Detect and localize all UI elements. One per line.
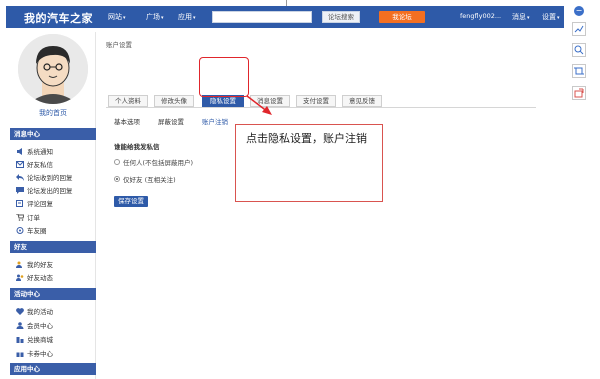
heart-icon: [16, 307, 24, 315]
sidebar-item-car-friends[interactable]: 车友圈: [16, 225, 47, 235]
sidebar-item-comment-replies[interactable]: 评论回复: [16, 198, 53, 208]
edit-document-icon: [16, 199, 24, 207]
friend-feed-icon: [16, 274, 24, 281]
tab-profile[interactable]: 个人资料: [108, 95, 148, 107]
sidebar-item-label: 兑换商城: [27, 336, 53, 344]
nav-square[interactable]: 广场▾: [146, 12, 164, 22]
sidebar-item-label: 系统通知: [27, 148, 53, 156]
messages-menu[interactable]: 消息▾: [512, 12, 530, 22]
sidebar-item-my-friends[interactable]: 我的好友: [16, 259, 53, 269]
user-name[interactable]: fengfly002...: [460, 12, 501, 20]
tabs-divider: [106, 107, 536, 108]
nav-apps[interactable]: 应用▾: [178, 12, 196, 22]
tab-payment[interactable]: 支付设置: [296, 95, 336, 107]
subtab-block[interactable]: 屏蔽设置: [158, 116, 184, 126]
my-home-link[interactable]: 我的首页: [10, 108, 96, 118]
chevron-down-icon: ▾: [161, 15, 164, 21]
option-anyone[interactable]: 任何人(不包括屏蔽用户): [114, 157, 193, 167]
sidebar-item-label: 车友圈: [27, 227, 47, 235]
sidebar-item-label: 好友私信: [27, 161, 53, 169]
radio-button[interactable]: [114, 159, 120, 165]
cart-icon: [16, 213, 25, 221]
sidebar-item-member-center[interactable]: 会员中心: [16, 320, 53, 330]
annotation-callout: 点击隐私设置，账户注销: [235, 124, 383, 202]
chat-bubble-icon: [16, 186, 24, 194]
zoom-icon[interactable]: [572, 43, 586, 57]
wheel-icon: [16, 226, 24, 234]
sidebar-item-label: 好友动态: [27, 274, 53, 282]
section-app-center[interactable]: 应用中心: [10, 363, 96, 375]
save-settings-button[interactable]: 保存设置: [114, 196, 148, 207]
sidebar-item-orders[interactable]: 订单: [16, 212, 40, 222]
tab-avatar[interactable]: 修改头像: [154, 95, 194, 107]
sidebar-item-label: 论坛收到的回复: [27, 174, 73, 182]
sidebar-item-friend-activity[interactable]: 好友动态: [16, 272, 53, 282]
nav-apps-label: 应用: [178, 13, 192, 21]
option-label: 仅好友 (互相关注): [123, 176, 176, 184]
sidebar-item-label: 订单: [27, 214, 40, 222]
sidebar-item-system-notice[interactable]: 系统通知: [16, 146, 53, 156]
main-content: 账户设置 个人资料 修改头像 隐私设置 消息设置 支付设置 意见反馈 基本选项 …: [104, 32, 564, 379]
chevron-down-icon: ▾: [557, 15, 560, 21]
option-friends-only[interactable]: 仅好友 (互相关注): [114, 174, 176, 184]
breadcrumb: 账户设置: [106, 41, 132, 49]
mail-icon: [16, 160, 24, 168]
trend-icon[interactable]: [572, 22, 586, 36]
settings-label: 设置: [542, 13, 556, 21]
annotation-highlight-box: [199, 57, 249, 97]
sidebar-item-label: 我的好友: [27, 261, 53, 269]
option-label: 任何人(不包括屏蔽用户): [123, 159, 194, 167]
building-icon: [16, 336, 24, 343]
chevron-down-icon: ▾: [193, 15, 196, 21]
messages-label: 消息: [512, 13, 526, 21]
gift-icon: [16, 350, 24, 357]
sidebar-item-label: 我的活动: [27, 308, 53, 316]
sidebar-item-coupon-center[interactable]: 卡券中心: [16, 348, 53, 358]
section-title: 谁能给我发私信: [114, 143, 160, 151]
forum-search-button[interactable]: 论坛搜索: [322, 11, 360, 23]
nav-website-label: 网站: [108, 13, 122, 21]
crop-icon[interactable]: [572, 64, 586, 78]
sidebar-item-received-replies[interactable]: 论坛收到的回复: [16, 172, 73, 182]
radio-button-checked[interactable]: [114, 176, 120, 182]
my-forum-button[interactable]: 我论坛: [379, 11, 425, 23]
tab-message-settings[interactable]: 消息设置: [250, 95, 290, 107]
top-navigation-bar: 我的汽车之家 网站▾ 广场▾ 应用▾ 论坛搜索 我论坛 fengfly002..…: [6, 6, 564, 28]
sidebar-item-exchange-mall[interactable]: 兑换商城: [16, 334, 53, 344]
site-logo[interactable]: 我的汽车之家: [24, 10, 93, 26]
section-message-center[interactable]: 消息中心: [10, 128, 96, 140]
speaker-icon: [16, 147, 24, 155]
member-icon: [16, 321, 24, 329]
chevron-down-icon: ▾: [123, 15, 126, 21]
reply-icon: [16, 173, 24, 181]
sidebar-item-label: 评论回复: [27, 200, 53, 208]
settings-menu[interactable]: 设置▾: [542, 12, 560, 22]
section-activity-center[interactable]: 活动中心: [10, 288, 96, 300]
export-icon[interactable]: [572, 86, 586, 100]
sidebar-item-label: 会员中心: [27, 322, 53, 330]
users-icon: [16, 261, 24, 268]
avatar[interactable]: [18, 34, 88, 104]
sidebar-item-sent-replies[interactable]: 论坛发出的回复: [16, 185, 73, 195]
sidebar: 我的首页 消息中心 系统通知 好友私信 论坛收到的回复 论坛发出的回复 评论回复…: [10, 32, 96, 379]
tab-feedback[interactable]: 意见反馈: [342, 95, 382, 107]
subtab-account-cancel[interactable]: 账户注销: [202, 116, 228, 126]
subtab-basic[interactable]: 基本选项: [114, 116, 140, 126]
sidebar-item-label: 论坛发出的回复: [27, 187, 73, 195]
section-friends[interactable]: 好友: [10, 241, 96, 253]
nav-website[interactable]: 网站▾: [108, 12, 126, 22]
sidebar-item-my-activities[interactable]: 我的活动: [16, 306, 53, 316]
sidebar-item-label: 卡券中心: [27, 350, 53, 358]
sidebar-item-private-message[interactable]: 好友私信: [16, 159, 53, 169]
nav-square-label: 广场: [146, 13, 160, 21]
chevron-down-icon: ▾: [527, 15, 530, 21]
collapse-icon[interactable]: −: [574, 6, 584, 16]
search-input[interactable]: [212, 11, 312, 23]
